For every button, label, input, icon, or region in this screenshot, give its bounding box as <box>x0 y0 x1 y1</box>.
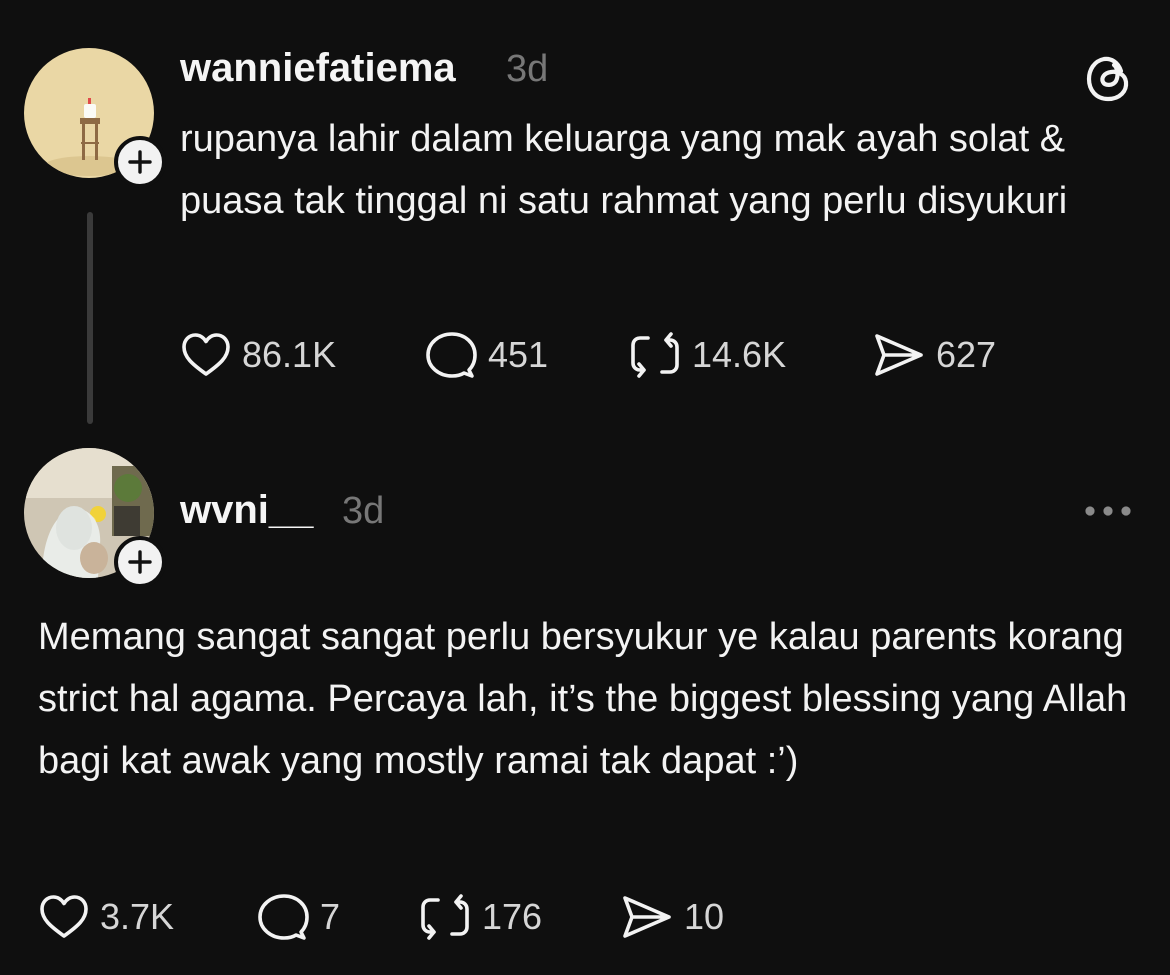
username[interactable]: wanniefatiema <box>180 46 456 91</box>
like-button[interactable]: 86.1K <box>180 330 336 380</box>
post-time: 3d <box>506 48 549 90</box>
share-icon <box>875 334 923 376</box>
reply-count: 451 <box>488 334 549 375</box>
repost-icon <box>421 894 469 940</box>
repost-button[interactable]: 14.6K <box>628 330 786 380</box>
post-time: 3d <box>342 490 385 532</box>
comment-icon <box>426 332 477 378</box>
heart-icon <box>40 895 88 938</box>
share-count: 10 <box>684 896 725 937</box>
repost-icon <box>631 332 679 378</box>
repost-count: 14.6K <box>692 334 787 375</box>
like-button[interactable]: 3.7K <box>38 892 174 942</box>
comment-icon <box>258 894 309 940</box>
share-button[interactable]: 10 <box>620 892 724 942</box>
plus-icon <box>128 150 152 174</box>
follow-button[interactable] <box>114 536 166 588</box>
more-options-icon <box>1085 506 1131 516</box>
reply-button[interactable]: 451 <box>424 330 548 380</box>
threads-logo-icon <box>1086 56 1129 102</box>
username[interactable]: wvni__ <box>180 488 313 533</box>
post-text: rupanya lahir dalam keluarga yang mak ay… <box>180 118 1068 222</box>
like-count: 3.7K <box>100 896 175 937</box>
heart-icon <box>182 333 230 376</box>
threads-logo-button[interactable] <box>1082 52 1136 106</box>
threads-screenshot: wanniefatiema 3d rupanya lahir dalam kel… <box>0 0 1170 975</box>
more-options-button[interactable] <box>1078 494 1138 528</box>
plus-icon <box>128 550 152 574</box>
share-icon <box>623 896 671 938</box>
reply-count: 7 <box>320 896 341 937</box>
reply-button[interactable]: 7 <box>256 892 340 942</box>
repost-count: 176 <box>482 896 543 937</box>
repost-button[interactable]: 176 <box>418 892 542 942</box>
share-count: 627 <box>936 334 997 375</box>
share-button[interactable]: 627 <box>872 330 996 380</box>
post-text: Memang sangat sangat perlu bersyukur ye … <box>38 616 1128 782</box>
like-count: 86.1K <box>242 334 337 375</box>
thread-connector-line <box>87 212 93 424</box>
follow-button[interactable] <box>114 136 166 188</box>
